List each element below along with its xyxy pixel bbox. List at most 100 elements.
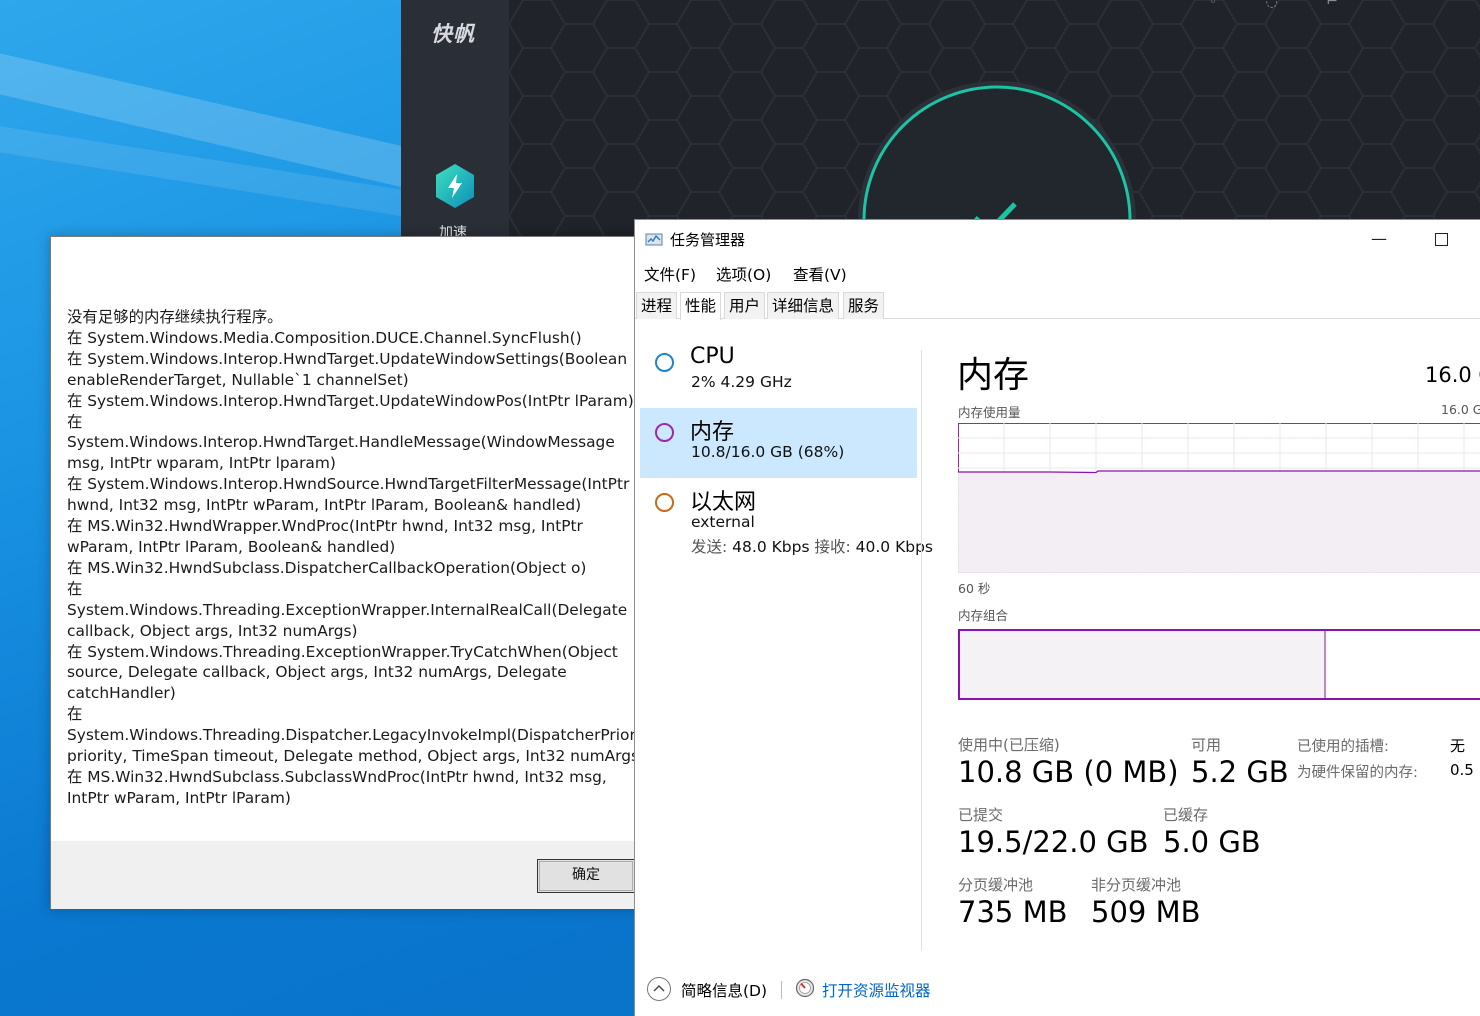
tab-services[interactable]: 服务 — [843, 292, 885, 319]
error-message-line: 在 — [67, 705, 83, 724]
error-message-line: 在 System.Windows.Threading.ExceptionWrap… — [67, 642, 618, 661]
error-message-line: wParam, IntPtr lParam, Boolean& handled) — [67, 537, 396, 556]
error-message-line: 在 MS.Win32.HwndSubclass.SubclassWndProc(… — [67, 767, 607, 786]
pane-divider[interactable] — [921, 350, 922, 950]
perf-item-label: 内存 — [690, 420, 735, 445]
kuaifan-logo: 快帆 — [431, 22, 475, 46]
committed-value: 19.5/22.0 GB — [958, 825, 1149, 859]
perf-item-detail: 2% 4.29 GHz — [691, 373, 792, 391]
tab-processes[interactable]: 进程 — [636, 292, 678, 319]
memory-composition-bar — [958, 629, 1480, 700]
menu-view[interactable]: 查看(V) — [793, 263, 847, 285]
error-message: 没有足够的内存继续执行程序。 在 System.Windows.Media.Co… — [67, 307, 656, 809]
window-title: 任务管理器 — [670, 231, 746, 249]
committed-label: 已提交 — [958, 806, 1004, 824]
memory-indicator-circle — [655, 423, 674, 442]
paged-pool-value: 735 MB — [958, 895, 1068, 929]
task-manager-window: 任务管理器 — 文件(F) 选项(O) 查看(V) 进程 性能 用户 详细信息 … — [634, 219, 1480, 1016]
chevron-up-icon[interactable] — [647, 977, 671, 1001]
slots-used-value: 无 — [1450, 737, 1466, 755]
slots-used-label: 已使用的插槽: — [1297, 739, 1389, 755]
error-message-line: 在 System.Windows.Media.Composition.DUCE.… — [67, 328, 582, 347]
perf-item-label: 以太网 — [690, 490, 757, 515]
kuaifan-sidebar: 快帆 加速 — [401, 0, 509, 240]
graph-time-span: 60 秒 — [958, 581, 991, 596]
error-message-line: 在 System.Windows.Interop.HwndSource.Hwnd… — [67, 475, 630, 494]
accelerate-hexagon-icon[interactable] — [433, 162, 477, 210]
minimize-button[interactable]: — — [1359, 222, 1399, 256]
send-label: 发送: — [691, 538, 728, 556]
out-of-memory-error-dialog: 没有足够的内存继续执行程序。 在 System.Windows.Media.Co… — [50, 236, 656, 909]
perf-item-memory[interactable]: 内存 10.8/16.0 GB (68%) — [640, 408, 917, 478]
cached-value: 5.0 GB — [1163, 825, 1261, 859]
memory-total: 16.0 GB — [1425, 363, 1480, 387]
error-message-line: callback, Object args, Int32 numArgs) — [67, 621, 358, 640]
perf-item-detail: external — [691, 513, 755, 531]
resource-monitor-icon[interactable] — [795, 978, 815, 998]
kuaifan-main-panel: ◦ ◌ ⌐ — [509, 0, 1480, 240]
available-value: 5.2 GB — [1191, 755, 1289, 789]
menu-bar: 文件(F) 选项(O) 查看(V) — [635, 260, 1480, 288]
ok-button[interactable]: 确定 — [537, 859, 635, 893]
error-message-line: System.Windows.Interop.HwndTarget.Handle… — [67, 433, 615, 452]
error-message-line: 在 — [67, 579, 83, 598]
paged-pool-label: 分页缓冲池 — [958, 876, 1034, 894]
error-message-line: System.Windows.Threading.Dispatcher.Lega… — [67, 726, 656, 745]
task-manager-footer: 简略信息(D) 打开资源监视器 — [635, 973, 1480, 1016]
cached-label: 已缓存 — [1163, 806, 1209, 824]
memory-usage-max: 16.0 GB — [1441, 402, 1480, 417]
cpu-indicator-circle — [655, 353, 674, 372]
tab-performance[interactable]: 性能 — [680, 292, 722, 320]
dialog-button-bar: 确定 — [51, 841, 639, 909]
menu-options[interactable]: 选项(O) — [716, 263, 771, 285]
accelerate-status-ring[interactable] — [857, 80, 1137, 240]
task-manager-icon — [645, 233, 663, 246]
tab-strip: 进程 性能 用户 详细信息 服务 — [635, 292, 1480, 320]
error-message-line: 在 MS.Win32.HwndSubclass.DispatcherCallba… — [67, 558, 587, 577]
kuaifan-app-window: 快帆 加速 ◦ ◌ ⌐ — [401, 0, 1480, 240]
maximize-button[interactable] — [1421, 222, 1461, 256]
tab-details[interactable]: 详细信息 — [767, 292, 840, 319]
perf-item-label: CPU — [690, 344, 735, 369]
error-message-line: IntPtr wParam, IntPtr lParam) — [67, 788, 291, 807]
error-message-line: catchHandler) — [67, 684, 176, 703]
ethernet-indicator-circle — [655, 493, 674, 512]
memory-composition-label: 内存组合 — [958, 608, 1009, 623]
available-label: 可用 — [1191, 736, 1222, 754]
in-use-value: 10.8 GB (0 MB) — [958, 755, 1179, 789]
tab-users[interactable]: 用户 — [724, 292, 766, 319]
memory-usage-area — [958, 471, 1480, 573]
fewer-details-button[interactable]: 简略信息(D) — [681, 979, 767, 1001]
send-value: 48.0 Kbps — [732, 538, 810, 556]
menu-file[interactable]: 文件(F) — [644, 263, 696, 285]
memory-usage-label: 内存使用量 — [958, 405, 1021, 420]
nonpaged-pool-value: 509 MB — [1091, 895, 1201, 929]
error-message-line: System.Windows.Threading.ExceptionWrappe… — [67, 600, 628, 619]
hardware-reserved-label: 为硬件保留的内存: — [1297, 765, 1418, 781]
open-resource-monitor-link[interactable]: 打开资源监视器 — [822, 979, 931, 1001]
performance-sidebar: CPU 2% 4.29 GHz 内存 10.8/16.0 GB (68%) 以太… — [635, 320, 933, 980]
error-message-line: source, Delegate callback, Object args, … — [67, 663, 567, 682]
nonpaged-pool-label: 非分页缓冲池 — [1091, 876, 1182, 894]
perf-item-ethernet[interactable]: 以太网 external 发送: 48.0 Kbps 接收: 40.0 Kbps — [640, 478, 933, 568]
ethernet-throughput: 发送: 48.0 Kbps 接收: 40.0 Kbps — [691, 535, 933, 557]
in-use-label: 使用中(已压缩) — [958, 736, 1060, 754]
memory-heading: 内存 — [957, 355, 1030, 396]
perf-item-cpu[interactable]: CPU 2% 4.29 GHz — [640, 338, 917, 408]
memory-usage-graph — [958, 423, 1480, 573]
footer-separator — [781, 981, 782, 999]
error-message-line: 没有足够的内存继续执行程序。 — [67, 308, 283, 326]
recv-label: 接收: — [814, 538, 851, 556]
error-message-line: 在 System.Windows.Interop.HwndTarget.Upda… — [67, 349, 628, 368]
window-control-icons[interactable]: ◦ ◌ ⌐ — [1209, 0, 1360, 10]
hardware-reserved-value: 0.5 MB — [1450, 761, 1480, 779]
error-message-line: enableRenderTarget, Nullable`1 channelSe… — [67, 370, 409, 389]
error-message-line: priority, TimeSpan timeout, Delegate met… — [67, 747, 646, 766]
error-message-line: 在 System.Windows.Interop.HwndTarget.Upda… — [67, 391, 634, 410]
perf-item-detail: 10.8/16.0 GB (68%) — [691, 443, 845, 461]
error-message-line: 在 MS.Win32.HwndWrapper.WndProc(IntPtr hw… — [67, 517, 583, 536]
error-message-line: 在 — [67, 412, 83, 431]
in-use-segment — [960, 631, 1325, 698]
error-message-line: hwnd, Int32 msg, IntPtr wParam, IntPtr l… — [67, 496, 582, 515]
error-message-line: msg, IntPtr wparam, IntPtr lparam) — [67, 454, 336, 473]
